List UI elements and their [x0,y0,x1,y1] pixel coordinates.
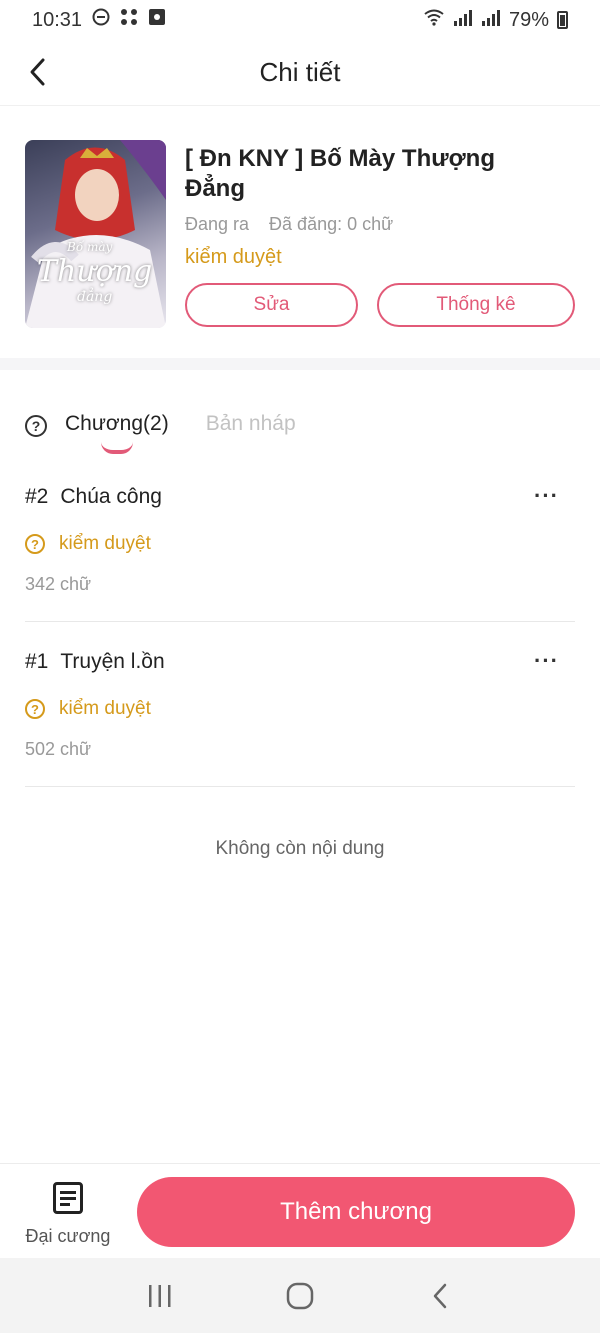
page-title: Chi tiết [259,57,341,87]
edit-button[interactable]: Sửa [185,283,358,327]
story-state: Đang ra [185,214,250,234]
question-circle-icon: ? [25,534,45,554]
tab-chapters-label: Chương(2) [65,412,169,435]
tab-chapters[interactable]: Chương(2) [65,400,169,454]
bottom-action-bar: Đại cương Thêm chương [0,1163,600,1258]
battery-icon [557,11,568,29]
chapter-title-row: #1 Truyện l.ồn [25,650,165,674]
add-chapter-button[interactable]: Thêm chương [137,1177,575,1247]
chapter-status: ? kiểm duyệt [25,533,151,555]
story-word-count: Đã đăng: 0 chữ [269,214,394,234]
outline-label: Đại cương [25,1226,111,1246]
story-meta: Đang ra Đã đăng: 0 chữ [185,214,393,235]
more-options-icon[interactable]: ··· [534,648,559,674]
document-icon [53,1182,83,1214]
chapter-word-count: 502 chữ [25,739,92,759]
story-title: [ Đn KNY ] Bố Mày Thượng Đẳng [185,145,495,202]
system-back-button[interactable] [415,1271,465,1321]
help-icon[interactable]: ? [25,415,47,437]
chapter-status: ? kiểm duyệt [25,698,151,720]
signal-icon [453,9,473,32]
notification-icon [148,8,166,32]
chevron-left-icon [30,58,45,86]
back-button[interactable] [20,54,56,90]
more-options-icon[interactable]: ··· [534,483,559,509]
app-header: Chi tiết [0,40,600,106]
apps-icon [120,8,138,32]
clock: 10:31 [32,8,83,31]
chapter-title: Truyện l.ồn [60,650,165,673]
story-cover-image[interactable]: Bố mày Thượng đẳng [25,140,166,328]
cover-text: Bố mày Thượng đẳng [37,240,153,305]
story-review-status: kiểm duyệt [185,246,282,268]
end-of-list-message: Không còn nội dung [215,838,385,859]
outline-button[interactable]: Đại cương [20,1178,116,1248]
chapter-title-row: #2 Chúa công [25,485,162,509]
chapter-title: Chúa công [60,485,162,508]
story-info: Bố mày Thượng đẳng [ Đn KNY ] Bố Mày Thư… [0,106,600,358]
chapter-number: #1 [25,650,49,673]
tab-bar: ? Chương(2) Bản nháp [25,400,296,460]
question-circle-icon: ? [25,699,45,719]
wifi-icon [423,8,445,32]
active-tab-indicator [101,442,133,454]
status-bar: 10:31 79% [0,0,600,40]
chapter-number: #2 [25,485,49,508]
chapter-item[interactable]: #1 Truyện l.ồn ··· ? kiểm duyệt 502 chữ [25,622,575,787]
tab-drafts[interactable]: Bản nháp [206,400,296,436]
statistics-button[interactable]: Thống kê [377,283,575,327]
chapter-status-label: kiểm duyệt [59,698,151,719]
do-not-disturb-icon [92,8,110,32]
chapter-item[interactable]: #2 Chúa công ··· ? kiểm duyệt 342 chữ [25,457,575,622]
battery-level: 79% [508,8,549,31]
system-nav-bar [0,1258,600,1333]
recent-apps-button[interactable] [135,1271,185,1321]
recent-apps-icon [149,1284,171,1307]
signal-icon [481,9,501,32]
back-arrow-icon [433,1283,447,1308]
chapter-word-count: 342 chữ [25,574,92,594]
section-divider [0,358,600,370]
home-icon [286,1282,314,1309]
home-button[interactable] [275,1271,325,1321]
chapter-status-label: kiểm duyệt [59,533,151,554]
